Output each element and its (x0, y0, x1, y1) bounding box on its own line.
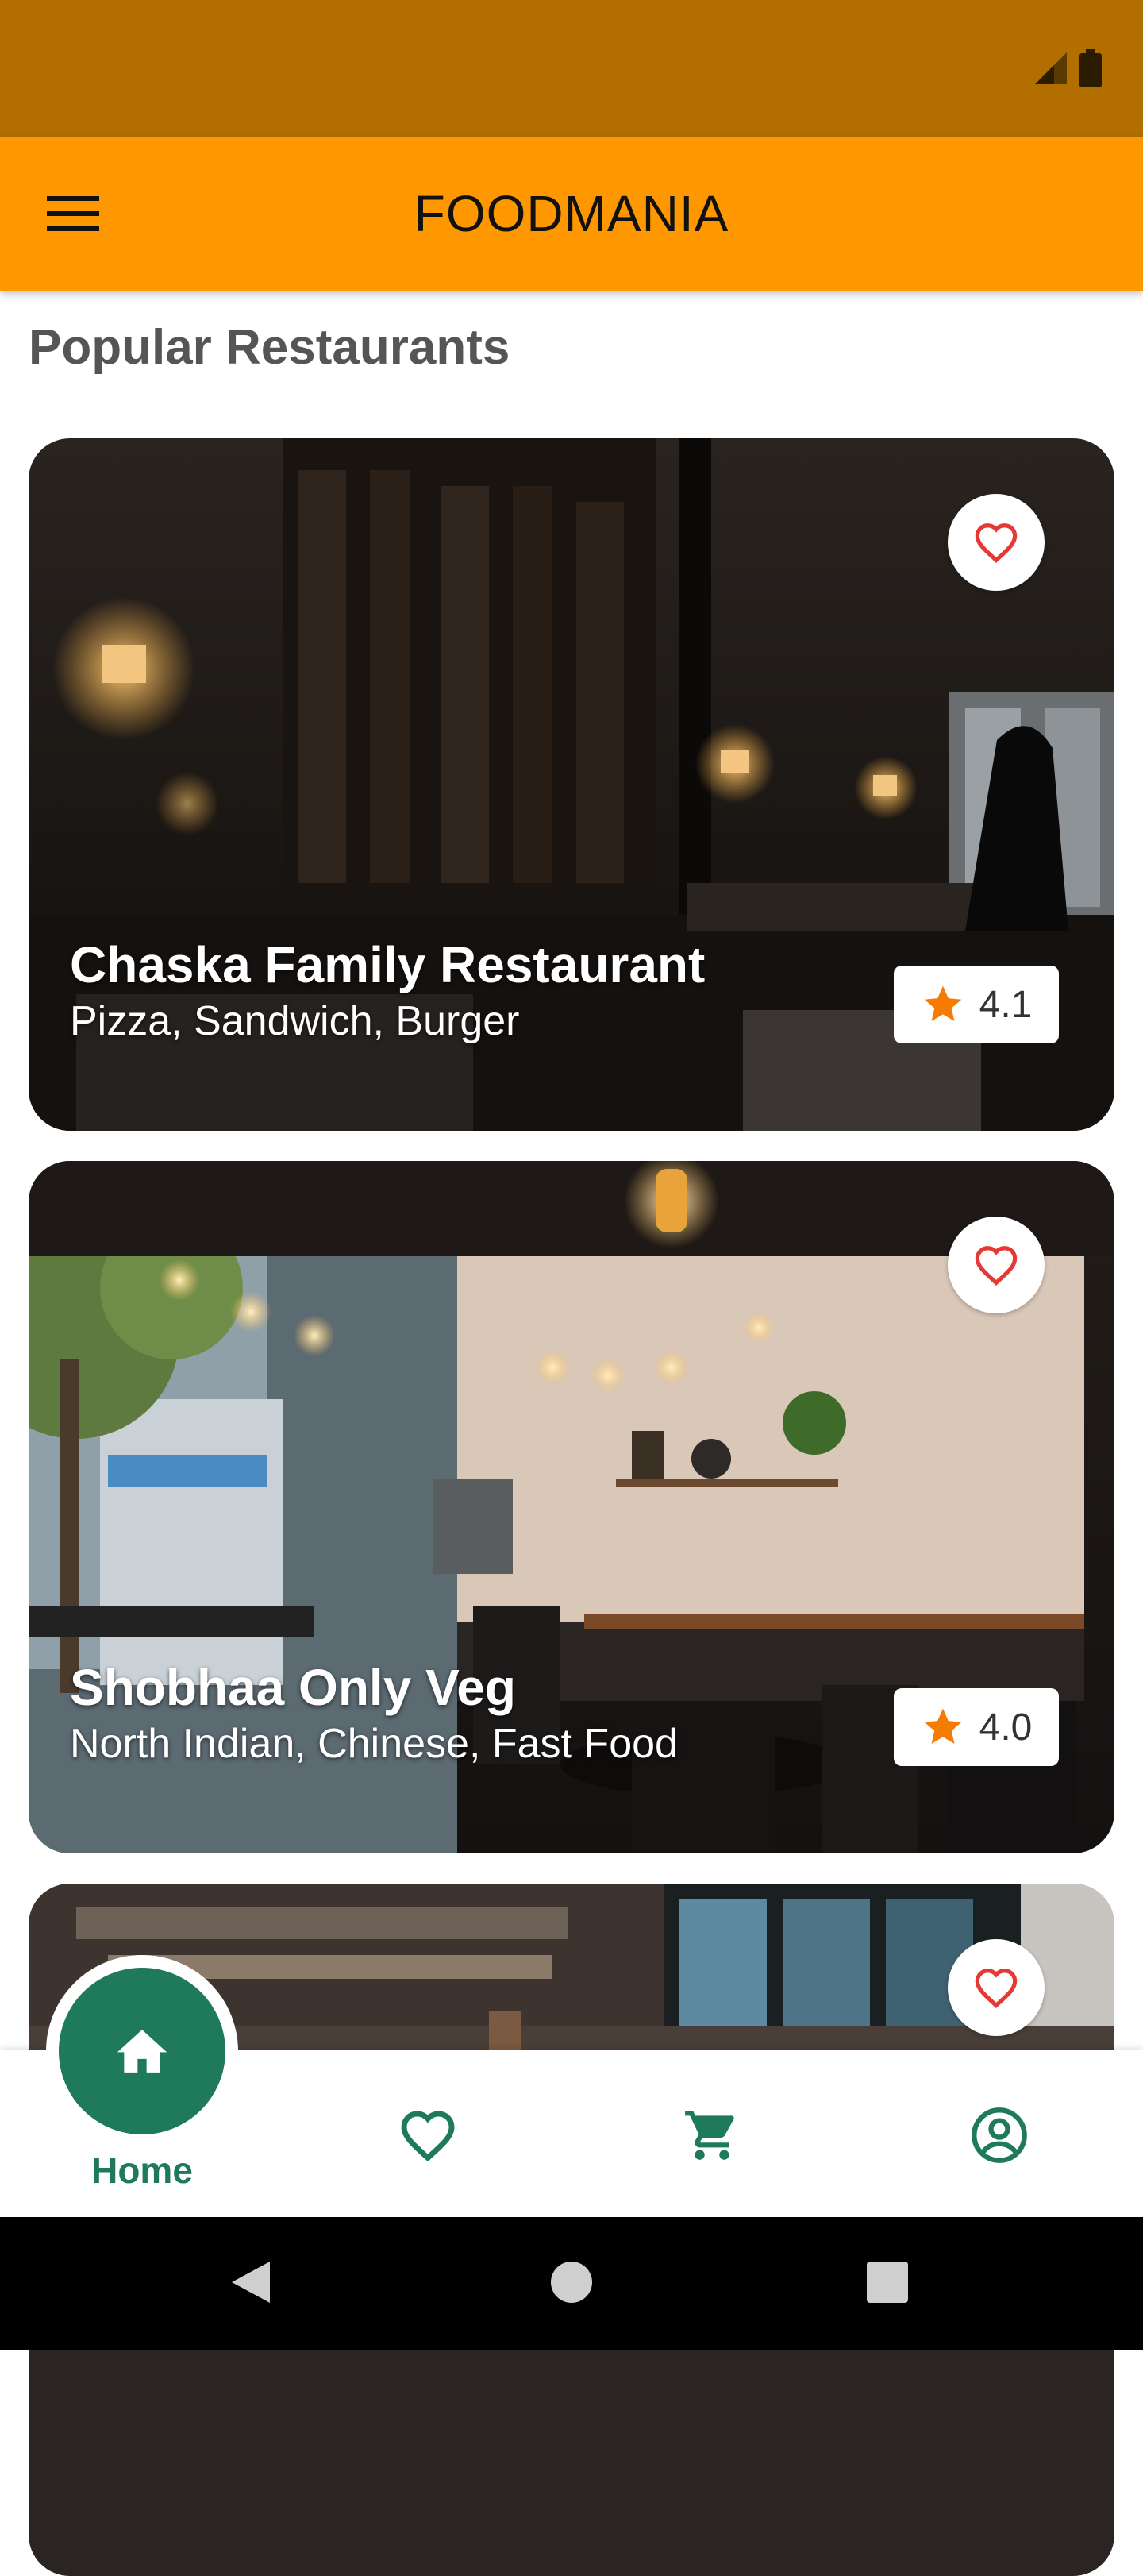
favorite-button[interactable] (948, 1939, 1045, 2036)
circle-icon (551, 2262, 592, 2303)
back-icon (232, 2262, 270, 2303)
heart-outline-icon (975, 1969, 1018, 2008)
battery-icon (1080, 49, 1102, 87)
star-icon (924, 1708, 961, 1744)
rating-value: 4.0 (979, 1706, 1033, 1749)
recents-button[interactable] (865, 2258, 910, 2306)
section-title: Popular Restaurants (29, 320, 510, 375)
nav-favorites[interactable] (394, 2101, 462, 2169)
cart-icon (685, 2111, 734, 2160)
star-icon (924, 985, 961, 1021)
rating-value: 4.1 (979, 983, 1033, 1026)
restaurant-cuisine: North Indian, Chinese, Fast Food (70, 1721, 678, 1767)
app-title: FOODMANIA (414, 185, 729, 242)
profile-icon (972, 2107, 1027, 2163)
restaurant-name: Shobhaa Only Veg (70, 1659, 516, 1716)
restaurant-card[interactable]: Chaska Family Restaurant Pizza, Sandwich… (29, 438, 1114, 1131)
app-bar: FOODMANIA (0, 137, 1143, 291)
status-bar (0, 0, 1143, 137)
restaurant-name: Chaska Family Restaurant (70, 936, 706, 993)
home-button[interactable] (59, 1968, 225, 2134)
home-label: Home (91, 2150, 193, 2191)
nav-profile[interactable] (965, 2101, 1033, 2169)
heart-outline-icon (975, 1246, 1018, 1286)
home-icon (117, 2030, 167, 2073)
restaurant-card[interactable]: Shobhaa Only Veg North Indian, Chinese, … (29, 1161, 1114, 1853)
favorite-button[interactable] (948, 1217, 1045, 1313)
signal-icon (1035, 52, 1067, 84)
rating-badge: 4.0 (894, 1688, 1059, 1766)
square-icon (867, 2262, 908, 2303)
favorite-button[interactable] (948, 494, 1045, 591)
restaurant-cuisine: Pizza, Sandwich, Burger (70, 998, 520, 1044)
status-icons (1033, 49, 1102, 87)
rating-badge: 4.1 (894, 966, 1059, 1043)
home-system-button[interactable] (549, 2258, 594, 2306)
system-navigation-bar (0, 2217, 1143, 2350)
nav-cart[interactable] (678, 2101, 746, 2169)
heart-outline-icon (975, 523, 1018, 563)
heart-icon (401, 2111, 455, 2161)
back-button[interactable] (229, 2258, 273, 2306)
